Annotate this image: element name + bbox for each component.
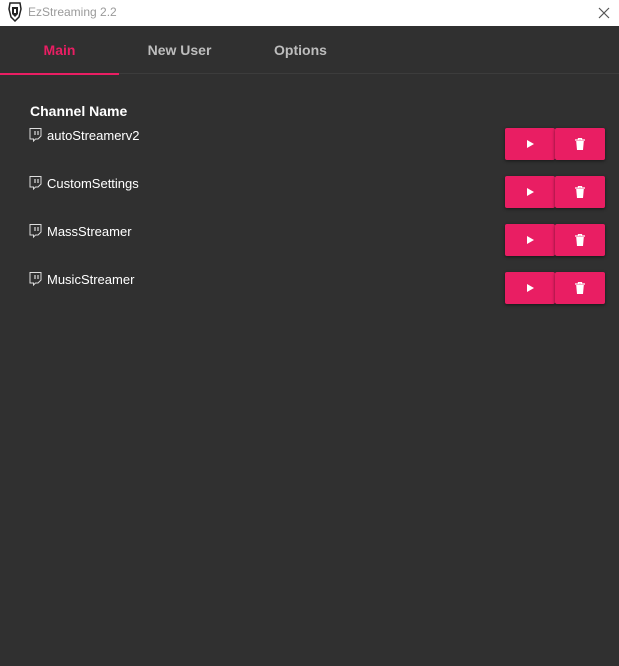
play-button[interactable] <box>505 128 555 160</box>
title-bar: EzStreaming 2.2 <box>0 0 619 26</box>
tab-options[interactable]: Options <box>241 26 360 74</box>
app-logo-icon <box>7 2 23 23</box>
play-button[interactable] <box>505 272 555 304</box>
channel-name: autoStreamerv2 <box>47 128 140 143</box>
play-icon <box>527 284 534 292</box>
delete-button[interactable] <box>555 224 605 256</box>
close-button[interactable] <box>589 0 619 26</box>
tab-label: Main <box>43 42 76 58</box>
column-header-channel-name: Channel Name <box>30 103 128 119</box>
twitch-icon <box>29 128 42 143</box>
play-icon <box>527 140 534 148</box>
tab-main[interactable]: Main <box>0 26 119 75</box>
twitch-icon <box>29 224 42 239</box>
trash-icon <box>575 282 585 294</box>
play-icon <box>527 236 534 244</box>
delete-button[interactable] <box>555 176 605 208</box>
channel-name: MassStreamer <box>47 224 132 239</box>
list-item: CustomSettings <box>0 176 619 224</box>
delete-button[interactable] <box>555 272 605 304</box>
tab-label: New User <box>147 42 212 58</box>
delete-button[interactable] <box>555 128 605 160</box>
play-icon <box>527 188 534 196</box>
twitch-icon <box>29 272 42 287</box>
trash-icon <box>575 186 585 198</box>
play-button[interactable] <box>505 176 555 208</box>
list-item: autoStreamerv2 <box>0 128 619 176</box>
window-title: EzStreaming 2.2 <box>28 5 117 19</box>
trash-icon <box>575 234 585 246</box>
tab-label: Options <box>274 42 327 58</box>
channel-name: CustomSettings <box>47 176 139 191</box>
trash-icon <box>575 138 585 150</box>
active-tab-indicator <box>0 73 119 75</box>
tab-bar: Main New User Options <box>0 26 619 75</box>
play-button[interactable] <box>505 224 555 256</box>
tab-new-user[interactable]: New User <box>120 26 239 74</box>
close-icon <box>598 7 610 19</box>
twitch-icon <box>29 176 42 191</box>
channel-name: MusicStreamer <box>47 272 135 287</box>
list-item: MusicStreamer <box>0 272 619 320</box>
list-item: MassStreamer <box>0 224 619 272</box>
